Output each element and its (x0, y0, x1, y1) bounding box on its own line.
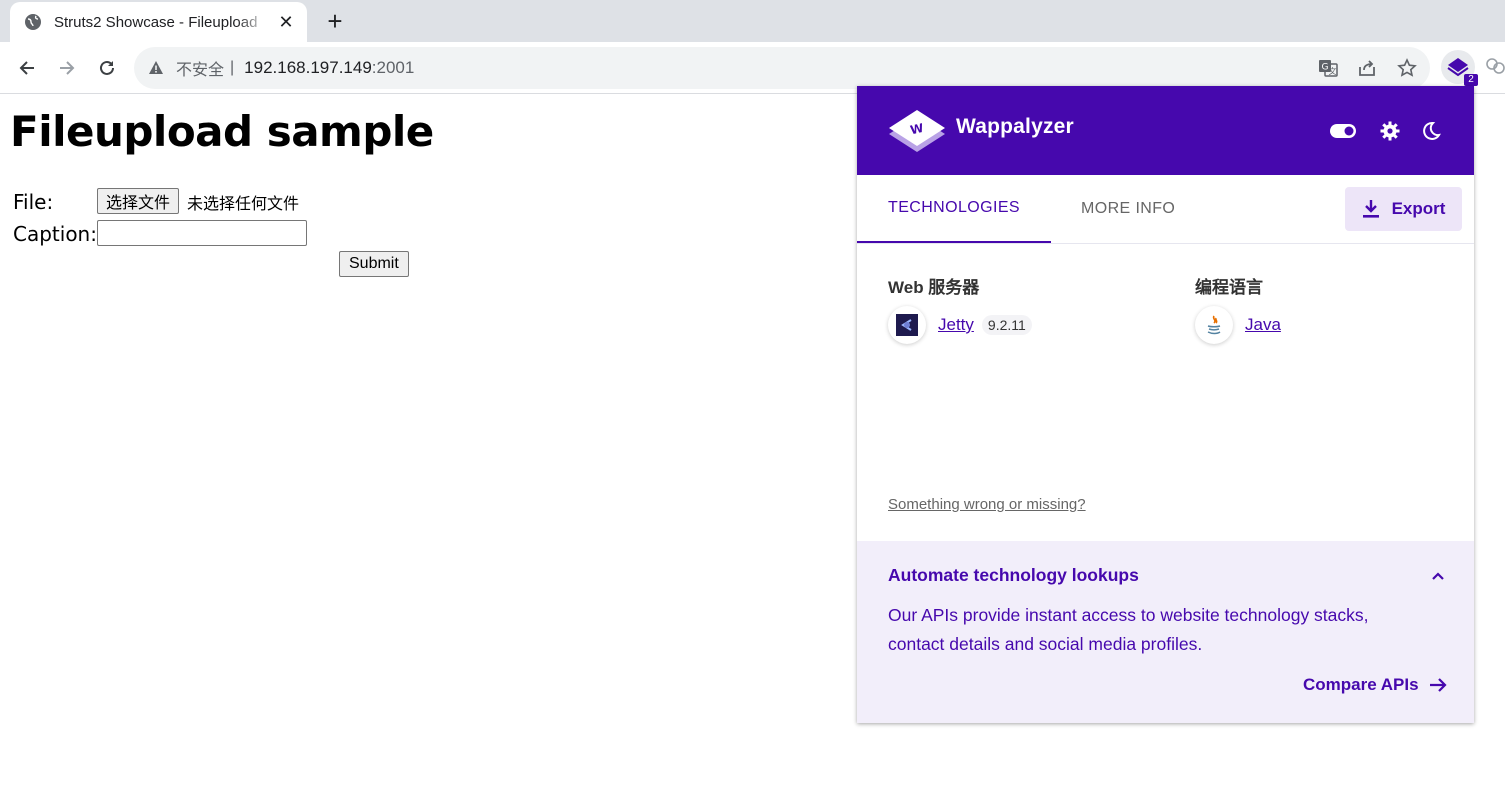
url-port: :2001 (371, 58, 415, 77)
address-bar[interactable]: 不安全 | 192.168.197.149:2001 G文 (134, 47, 1430, 89)
wappalyzer-tabs: TECHNOLOGIES MORE INFO Export (857, 175, 1474, 244)
dark-mode-moon-icon[interactable] (1418, 120, 1444, 142)
file-label: File: (13, 190, 54, 214)
export-button[interactable]: Export (1345, 187, 1462, 231)
chevron-up-icon[interactable] (1429, 567, 1447, 585)
svg-text:G: G (1322, 63, 1329, 73)
bookmark-star-icon[interactable] (1396, 57, 1418, 79)
settings-gear-icon[interactable] (1377, 120, 1403, 142)
download-icon (1362, 200, 1379, 218)
tab-strip: Struts2 Showcase - Fileupload ✕ + (0, 0, 1505, 42)
url-host: 192.168.197.149 (244, 58, 372, 77)
automate-description: Our APIs provide instant access to websi… (888, 605, 1369, 654)
wappalyzer-brand: Wappalyzer (956, 115, 1074, 138)
toggle-switch-icon[interactable] (1330, 120, 1356, 142)
browser-tab[interactable]: Struts2 Showcase - Fileupload ✕ (10, 2, 307, 42)
caption-label: Caption: (13, 222, 97, 246)
caption-input[interactable] (97, 220, 307, 246)
tech-item-jetty[interactable]: Jetty 9.2.11 (888, 306, 1032, 344)
extensions-puzzle-icon[interactable] (1484, 56, 1505, 78)
choose-file-button[interactable]: 选择文件 (97, 188, 180, 214)
arrow-right-icon (1429, 678, 1447, 692)
warning-icon[interactable] (148, 60, 164, 76)
category-programming-language: 编程语言 (1195, 278, 1263, 297)
export-label: Export (1391, 199, 1446, 218)
file-status-text: 未选择任何文件 (187, 194, 300, 213)
globe-icon (24, 13, 42, 31)
security-label: 不安全 (176, 62, 225, 79)
wappalyzer-header: W Wappalyzer (857, 86, 1474, 175)
wappalyzer-logo-icon: W (889, 110, 945, 152)
reload-button[interactable] (95, 56, 119, 80)
tech-version-jetty: 9.2.11 (981, 315, 1032, 335)
wappalyzer-extension-button[interactable]: 2 (1441, 50, 1478, 86)
submit-button[interactable]: Submit (339, 251, 409, 277)
tech-name-java[interactable]: Java (1245, 315, 1281, 335)
automate-title: Automate technology lookups (888, 565, 1139, 585)
jetty-icon (888, 306, 926, 344)
tech-item-java[interactable]: Java (1195, 306, 1281, 344)
tech-name-jetty[interactable]: Jetty (938, 315, 974, 335)
tab-technologies[interactable]: TECHNOLOGIES (857, 175, 1051, 243)
java-icon (1195, 306, 1233, 344)
translate-icon[interactable]: G文 (1317, 57, 1339, 79)
compare-apis-link[interactable]: Compare APIs (1303, 675, 1447, 695)
compare-apis-label: Compare APIs (1303, 675, 1419, 694)
close-tab-icon[interactable]: ✕ (277, 12, 295, 32)
share-icon[interactable] (1356, 57, 1378, 79)
svg-text:文: 文 (1329, 66, 1337, 76)
something-wrong-link[interactable]: Something wrong or missing? (888, 496, 1086, 513)
forward-button[interactable] (55, 56, 79, 80)
page-title: Fileupload sample (10, 107, 434, 156)
automate-panel: Automate technology lookups Our APIs pro… (857, 541, 1474, 723)
url-separator: | (230, 59, 235, 76)
category-web-server: Web 服务器 (888, 278, 980, 297)
tab-title: Struts2 Showcase - Fileupload (54, 13, 258, 31)
extension-badge: 2 (1464, 74, 1478, 86)
back-button[interactable] (15, 56, 39, 80)
page-content: Fileupload sample File: 选择文件 未选择任何文件 Cap… (0, 95, 858, 801)
new-tab-button[interactable]: + (322, 8, 348, 34)
wappalyzer-popup: W Wappalyzer TECHNOLOGIES MORE INFO Expo… (857, 86, 1474, 723)
tab-more-info[interactable]: MORE INFO (1081, 175, 1175, 243)
